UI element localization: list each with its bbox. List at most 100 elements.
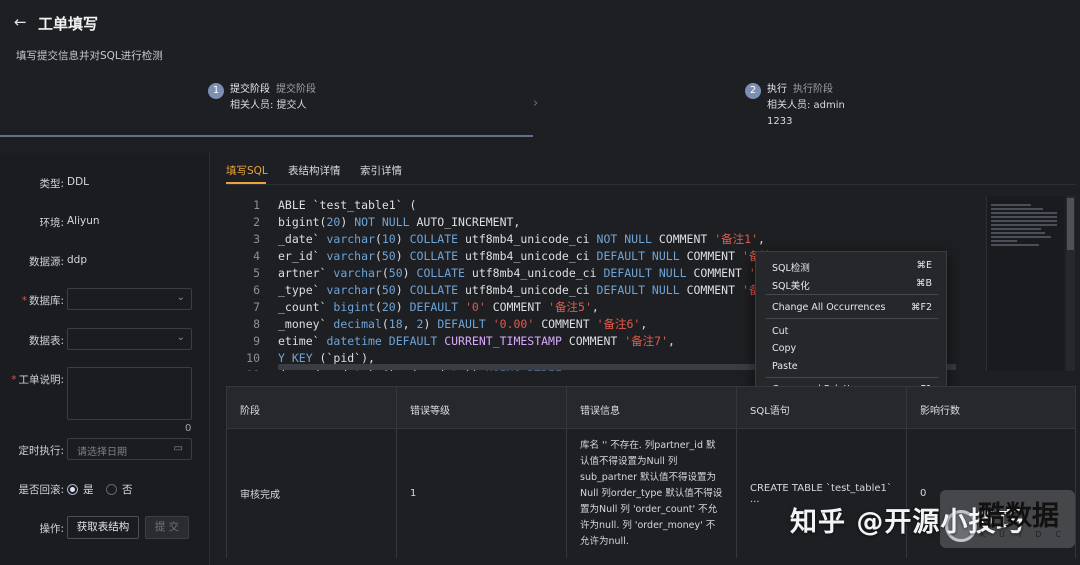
code-token: _type` <box>278 283 327 297</box>
env-label: 环境: <box>39 217 64 229</box>
code-token: '备注1' <box>714 232 759 246</box>
column-header: 影响行数 <box>920 406 960 417</box>
code-token: COMMENT <box>686 266 749 280</box>
code-token: NOT NULL <box>596 232 652 246</box>
rollback-yes-radio[interactable]: 是 <box>67 482 94 497</box>
sql-editor[interactable]: 1 ABLE `test_table1` (2 bigint(20) NOT NUL… <box>226 196 1076 371</box>
code-line[interactable]: 1 ABLE `test_table1` ( <box>226 197 986 214</box>
menu-item-change-all-occurrences[interactable]: Change All Occurrences ⌘F2 <box>772 302 932 313</box>
desc-textarea[interactable] <box>67 367 192 420</box>
code-token: utf8mb4_unicode_ci <box>458 283 597 297</box>
code-token: varchar <box>326 283 375 297</box>
code-token: , <box>758 232 765 246</box>
step-title: 执行 <box>767 84 787 95</box>
code-token: 50 <box>381 249 396 263</box>
code-token: Y KEY <box>278 351 313 365</box>
step-title: 提交阶段 <box>230 84 270 95</box>
code-token: varchar <box>333 266 382 280</box>
code-token: , <box>402 317 417 331</box>
menu-item-sql-check[interactable]: SQL检测 ⌘E <box>772 260 932 274</box>
line-number: 3 <box>253 232 260 246</box>
database-select[interactable]: ⌄ <box>67 288 192 310</box>
code-token: ( <box>381 317 389 331</box>
back-arrow-icon[interactable]: ← <box>14 14 30 30</box>
desc-label: * 工单说明: <box>11 374 64 386</box>
scrollbar-thumb[interactable] <box>1067 198 1074 250</box>
code-token: ) <box>395 249 410 263</box>
submit-button[interactable]: 提 交 <box>145 516 189 539</box>
fetch-structure-button[interactable]: 获取表结构 <box>67 516 139 539</box>
code-token: '0' <box>465 300 486 314</box>
column-header: 错误信息 <box>567 387 737 428</box>
code-token: DEFAULT NULL <box>603 266 687 280</box>
column-header: 阶段 <box>227 387 397 428</box>
code-token: ) <box>402 266 417 280</box>
code-token: 50 <box>388 266 403 280</box>
code-token: COLLATE <box>409 232 459 246</box>
line-number: 11 <box>226 367 260 371</box>
rollback-label: 是否回滚: <box>18 484 64 496</box>
error-message: 库名 '' 不存在. 列partner_id 默认值不得设置为Null 列sub… <box>580 439 723 547</box>
line-number: 8 <box>253 317 260 331</box>
code-line[interactable]: 2 bigint(20) NOT NULL AUTO_INCREMENT, <box>226 214 986 231</box>
tab-sql[interactable]: 填写SQL <box>226 163 268 178</box>
page-title: 工单填写 <box>38 15 99 33</box>
stage-cell: 审核完成 <box>227 429 397 558</box>
code-token: NOT NULL <box>354 215 410 229</box>
desc-char-count: 0 <box>185 423 192 434</box>
step-execute: 2 执行 执行阶段 相关人员: admin 1233 <box>745 82 845 130</box>
rollback-no-radio[interactable]: 否 <box>106 482 133 497</box>
code-token: utf8mb4_unicode_ci <box>458 249 597 263</box>
line-number: 6 <box>253 283 260 297</box>
tab-index-detail[interactable]: 索引详情 <box>360 163 402 178</box>
code-token: utf8mb4_unicode_ci <box>458 232 597 246</box>
watermark-logo-sub: KUIDC <box>980 530 1075 539</box>
code-token: '备注5' <box>548 300 592 314</box>
code-token: ( <box>374 283 382 297</box>
code-token: DEFAULT <box>388 334 438 348</box>
level-cell: 1 <box>397 429 567 558</box>
step-submit: 1 提交阶段 提交阶段 相关人员: 提交人 <box>208 82 316 114</box>
code-token: AUTO_INCREMENT, <box>409 215 521 229</box>
menu-item-cut[interactable]: Cut <box>772 326 932 337</box>
line-number: 4 <box>253 249 260 263</box>
line-number: 5 <box>253 266 260 280</box>
type-value: DDL <box>67 176 90 188</box>
tab-table-structure[interactable]: 表结构详情 <box>288 163 341 178</box>
code-token: _money` <box>278 317 334 331</box>
code-token: '0.00' <box>492 317 535 331</box>
page-subtitle: 填写提交信息并对SQL进行检测 <box>16 50 163 62</box>
step-meta: 相关人员: admin <box>767 100 845 111</box>
menu-item-copy[interactable]: Copy <box>772 343 932 354</box>
code-token: ) <box>423 317 438 331</box>
code-token: ( <box>374 249 382 263</box>
step-number: 2 <box>745 83 761 99</box>
code-token: varchar <box>326 232 375 246</box>
menu-separator <box>766 294 938 295</box>
code-token: , <box>640 317 648 331</box>
code-token: , <box>591 300 599 314</box>
schedule-date-picker[interactable]: 请选择日期 ▭ <box>67 438 192 460</box>
code-line[interactable]: 3 _date` varchar(10) COLLATE utf8mb4_unic… <box>226 231 986 248</box>
line-number: 2 <box>253 215 260 229</box>
code-token: bigint( <box>278 215 327 229</box>
line-number: 9 <box>253 334 260 348</box>
code-token: ( <box>381 266 389 280</box>
date-placeholder: 请选择日期 <box>77 447 127 458</box>
menu-item-sql-beautify[interactable]: SQL美化 ⌘B <box>772 278 932 292</box>
actions-label: 操作: <box>39 523 64 535</box>
code-token: COMMENT <box>485 300 549 314</box>
type-label: 类型: <box>39 178 64 190</box>
editor-vertical-scrollbar[interactable] <box>1066 196 1075 371</box>
editor-minimap[interactable] <box>986 196 1064 371</box>
env-value: Aliyun <box>67 215 100 227</box>
code-token: ) <box>395 283 410 297</box>
table-select[interactable]: ⌄ <box>67 328 192 350</box>
menu-item-paste[interactable]: Paste <box>772 361 932 372</box>
code-token: 18 <box>388 317 403 331</box>
code-token: _date` <box>278 232 327 246</box>
tab-divider <box>226 184 1076 185</box>
code-token: COLLATE <box>409 249 459 263</box>
